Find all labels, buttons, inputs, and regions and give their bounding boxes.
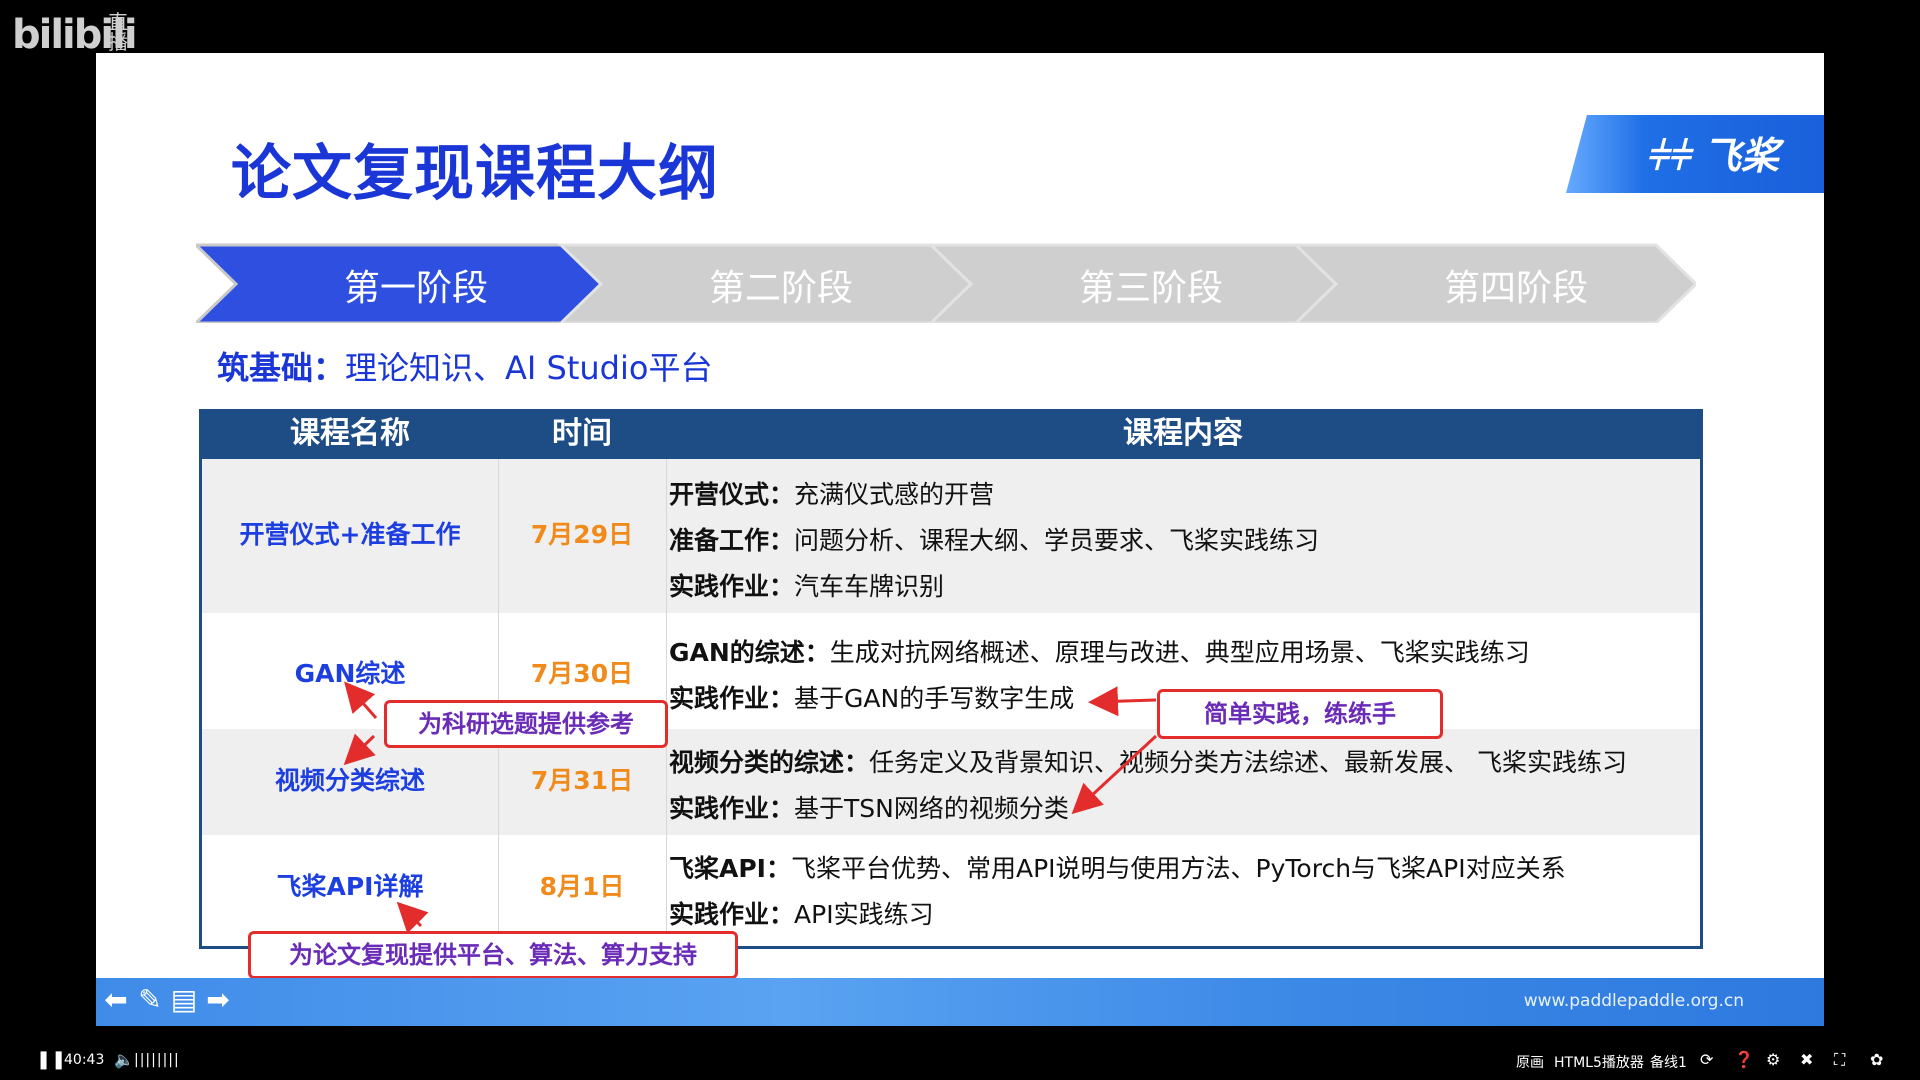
next-slide-icon[interactable]: ➡ [202, 984, 234, 1016]
callout-research: 为科研选题提供参考 [384, 700, 668, 748]
footer-url: www.paddlepaddle.org.cn [1523, 991, 1744, 1011]
quality-button[interactable]: 原画 [1516, 1052, 1544, 1072]
fullscreen-icon[interactable]: ⛶ [1834, 1050, 1845, 1070]
live-label: 直播 [108, 10, 128, 54]
annotation-arrows [343, 681, 1158, 934]
danmaku-off-icon[interactable]: ✖ [1800, 1050, 1813, 1069]
callout-practice: 简单实践，练练手 [1157, 689, 1443, 739]
pause-icon[interactable]: ❚❚ [36, 1049, 66, 1070]
arrow-to-gan [344, 681, 378, 719]
presentation-slide: 论文复现课程大纲 ⫩⫩ 飞桨 第一阶段 第二阶段 第三阶段 第四阶段 筑基础：理… [96, 53, 1824, 1026]
arrow-to-gan-task [1088, 686, 1157, 717]
prev-slide-icon[interactable]: ⬅ [100, 984, 132, 1016]
playback-time: 40:43 [64, 1052, 105, 1068]
player-type-button[interactable]: HTML5播放器 [1554, 1052, 1644, 1072]
arrow-to-tsn-task [1071, 734, 1158, 815]
volume-slider[interactable]: |||||||| [134, 1052, 180, 1068]
refresh-icon[interactable]: ⟳ [1700, 1050, 1713, 1069]
settings-icon[interactable]: ⚙ [1766, 1050, 1780, 1069]
arrow-to-api [396, 901, 429, 934]
callout-platform: 为论文复现提供平台、算法、算力支持 [248, 931, 738, 979]
player-control-bar: ❚❚ 40:43 🔈 |||||||| 原画 HTML5播放器 备线1 ⟳ ❓ … [0, 1040, 1920, 1080]
volume-icon[interactable]: 🔈 [114, 1050, 134, 1069]
menu-icon[interactable]: ▤ [168, 984, 200, 1016]
feedback-icon[interactable]: ❓ [1734, 1050, 1754, 1069]
arrow-to-video [343, 733, 376, 766]
gift-icon[interactable]: ✿ [1870, 1050, 1883, 1069]
line-button[interactable]: 备线1 [1650, 1052, 1687, 1072]
pen-icon[interactable]: ✎ [134, 984, 166, 1016]
